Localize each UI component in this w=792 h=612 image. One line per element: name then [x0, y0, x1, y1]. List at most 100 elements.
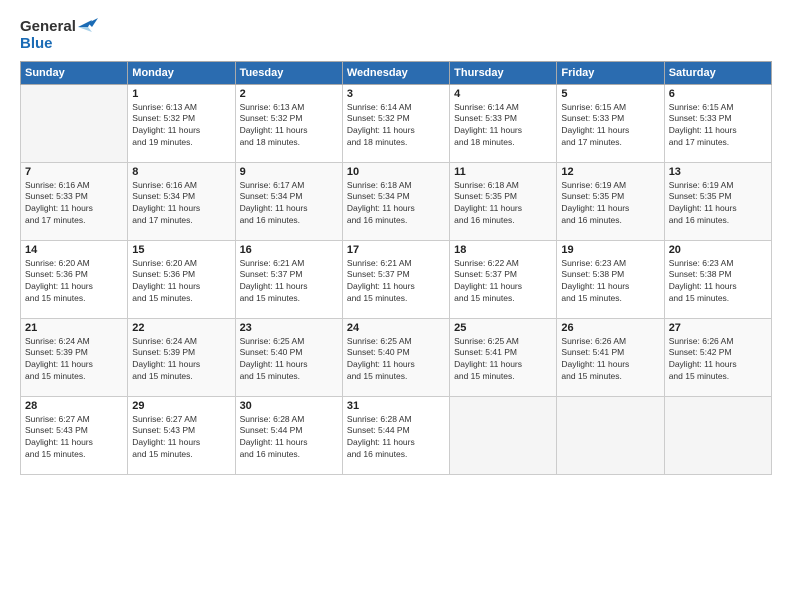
calendar-cell: 5 Sunrise: 6:15 AM Sunset: 5:33 PM Daylig…: [557, 84, 664, 162]
day-number: 20: [669, 244, 767, 256]
calendar-cell: 13 Sunrise: 6:19 AM Sunset: 5:35 PM Dayli…: [664, 162, 771, 240]
day-info: Sunrise: 6:13 AM Sunset: 5:32 PM Dayligh…: [132, 102, 230, 150]
day-info: Sunrise: 6:23 AM Sunset: 5:38 PM Dayligh…: [561, 258, 659, 306]
col-tuesday: Tuesday: [235, 61, 342, 84]
calendar-week-row: 7Sunrise: 6:16 AM Sunset: 5:33 PM Daylig…: [21, 162, 772, 240]
calendar-cell: 9 Sunrise: 6:17 AM Sunset: 5:34 PM Daylig…: [235, 162, 342, 240]
day-number: 3: [347, 88, 445, 100]
day-info: Sunrise: 6:21 AM Sunset: 5:37 PM Dayligh…: [347, 258, 445, 306]
calendar-cell: 27 Sunrise: 6:26 AM Sunset: 5:42 PM Dayli…: [664, 318, 771, 396]
page-header: General Blue: [20, 18, 772, 53]
calendar-cell: [664, 396, 771, 474]
calendar-week-row: 1 Sunrise: 6:13 AM Sunset: 5:32 PM Daylig…: [21, 84, 772, 162]
day-number: 6: [669, 88, 767, 100]
day-info: Sunrise: 6:16 AM Sunset: 5:33 PM Dayligh…: [25, 180, 123, 228]
col-wednesday: Wednesday: [342, 61, 449, 84]
day-number: 19: [561, 244, 659, 256]
day-info: Sunrise: 6:23 AM Sunset: 5:38 PM Dayligh…: [669, 258, 767, 306]
calendar-cell: 3 Sunrise: 6:14 AM Sunset: 5:32 PM Daylig…: [342, 84, 449, 162]
day-number: 24: [347, 322, 445, 334]
calendar-week-row: 14Sunrise: 6:20 AM Sunset: 5:36 PM Dayli…: [21, 240, 772, 318]
day-info: Sunrise: 6:24 AM Sunset: 5:39 PM Dayligh…: [132, 336, 230, 384]
day-info: Sunrise: 6:20 AM Sunset: 5:36 PM Dayligh…: [132, 258, 230, 306]
day-number: 17: [347, 244, 445, 256]
day-number: 1: [132, 88, 230, 100]
day-number: 9: [240, 166, 338, 178]
day-number: 25: [454, 322, 552, 334]
day-info: Sunrise: 6:28 AM Sunset: 5:44 PM Dayligh…: [240, 414, 338, 462]
calendar-cell: 15 Sunrise: 6:20 AM Sunset: 5:36 PM Dayli…: [128, 240, 235, 318]
day-info: Sunrise: 6:22 AM Sunset: 5:37 PM Dayligh…: [454, 258, 552, 306]
calendar-cell: 8 Sunrise: 6:16 AM Sunset: 5:34 PM Daylig…: [128, 162, 235, 240]
day-number: 10: [347, 166, 445, 178]
calendar-table: Sunday Monday Tuesday Wednesday Thursday…: [20, 61, 772, 475]
day-info: Sunrise: 6:19 AM Sunset: 5:35 PM Dayligh…: [561, 180, 659, 228]
logo: General Blue: [20, 18, 100, 53]
day-info: Sunrise: 6:26 AM Sunset: 5:41 PM Dayligh…: [561, 336, 659, 384]
calendar-cell: 23 Sunrise: 6:25 AM Sunset: 5:40 PM Dayli…: [235, 318, 342, 396]
day-info: Sunrise: 6:16 AM Sunset: 5:34 PM Dayligh…: [132, 180, 230, 228]
day-number: 27: [669, 322, 767, 334]
day-number: 12: [561, 166, 659, 178]
calendar-cell: 12 Sunrise: 6:19 AM Sunset: 5:35 PM Dayli…: [557, 162, 664, 240]
day-number: 4: [454, 88, 552, 100]
day-info: Sunrise: 6:25 AM Sunset: 5:40 PM Dayligh…: [347, 336, 445, 384]
day-info: Sunrise: 6:27 AM Sunset: 5:43 PM Dayligh…: [25, 414, 123, 462]
logo-bird-icon: [78, 18, 100, 36]
day-number: 23: [240, 322, 338, 334]
day-info: Sunrise: 6:25 AM Sunset: 5:40 PM Dayligh…: [240, 336, 338, 384]
calendar-cell: 28 Sunrise: 6:27 AM Sunset: 5:43 PM Dayli…: [21, 396, 128, 474]
col-saturday: Saturday: [664, 61, 771, 84]
calendar-cell: 31 Sunrise: 6:28 AM Sunset: 5:44 PM Dayli…: [342, 396, 449, 474]
day-number: 13: [669, 166, 767, 178]
day-number: 18: [454, 244, 552, 256]
day-info: Sunrise: 6:14 AM Sunset: 5:33 PM Dayligh…: [454, 102, 552, 150]
day-info: Sunrise: 6:13 AM Sunset: 5:32 PM Dayligh…: [240, 102, 338, 150]
day-info: Sunrise: 6:24 AM Sunset: 5:39 PM Dayligh…: [25, 336, 123, 384]
calendar-cell: 24 Sunrise: 6:25 AM Sunset: 5:40 PM Dayli…: [342, 318, 449, 396]
calendar-week-row: 28 Sunrise: 6:27 AM Sunset: 5:43 PM Dayli…: [21, 396, 772, 474]
calendar-cell: 14Sunrise: 6:20 AM Sunset: 5:36 PM Dayli…: [21, 240, 128, 318]
calendar-cell: 20 Sunrise: 6:23 AM Sunset: 5:38 PM Dayli…: [664, 240, 771, 318]
day-info: Sunrise: 6:20 AM Sunset: 5:36 PM Dayligh…: [25, 258, 123, 306]
calendar-cell: 21 Sunrise: 6:24 AM Sunset: 5:39 PM Dayli…: [21, 318, 128, 396]
day-number: 31: [347, 400, 445, 412]
day-info: Sunrise: 6:15 AM Sunset: 5:33 PM Dayligh…: [669, 102, 767, 150]
day-number: 15: [132, 244, 230, 256]
day-info: Sunrise: 6:28 AM Sunset: 5:44 PM Dayligh…: [347, 414, 445, 462]
day-number: 8: [132, 166, 230, 178]
calendar-cell: 25Sunrise: 6:25 AM Sunset: 5:41 PM Dayli…: [450, 318, 557, 396]
calendar-header-row: Sunday Monday Tuesday Wednesday Thursday…: [21, 61, 772, 84]
day-number: 5: [561, 88, 659, 100]
day-number: 2: [240, 88, 338, 100]
col-friday: Friday: [557, 61, 664, 84]
calendar-cell: 18 Sunrise: 6:22 AM Sunset: 5:37 PM Dayli…: [450, 240, 557, 318]
day-info: Sunrise: 6:18 AM Sunset: 5:35 PM Dayligh…: [454, 180, 552, 228]
day-info: Sunrise: 6:19 AM Sunset: 5:35 PM Dayligh…: [669, 180, 767, 228]
day-info: Sunrise: 6:26 AM Sunset: 5:42 PM Dayligh…: [669, 336, 767, 384]
col-monday: Monday: [128, 61, 235, 84]
day-info: Sunrise: 6:14 AM Sunset: 5:32 PM Dayligh…: [347, 102, 445, 150]
calendar-cell: 10 Sunrise: 6:18 AM Sunset: 5:34 PM Dayli…: [342, 162, 449, 240]
col-sunday: Sunday: [21, 61, 128, 84]
calendar-week-row: 21 Sunrise: 6:24 AM Sunset: 5:39 PM Dayli…: [21, 318, 772, 396]
calendar-cell: 22Sunrise: 6:24 AM Sunset: 5:39 PM Dayli…: [128, 318, 235, 396]
calendar-cell: 19 Sunrise: 6:23 AM Sunset: 5:38 PM Dayli…: [557, 240, 664, 318]
day-number: 11: [454, 166, 552, 178]
calendar-cell: 29Sunrise: 6:27 AM Sunset: 5:43 PM Dayli…: [128, 396, 235, 474]
logo-text-blue: Blue: [20, 36, 53, 53]
calendar-cell: 30Sunrise: 6:28 AM Sunset: 5:44 PM Dayli…: [235, 396, 342, 474]
calendar-cell: 7Sunrise: 6:16 AM Sunset: 5:33 PM Daylig…: [21, 162, 128, 240]
day-number: 28: [25, 400, 123, 412]
calendar-cell: 17 Sunrise: 6:21 AM Sunset: 5:37 PM Dayli…: [342, 240, 449, 318]
calendar-cell: 16Sunrise: 6:21 AM Sunset: 5:37 PM Dayli…: [235, 240, 342, 318]
calendar-cell: 4 Sunrise: 6:14 AM Sunset: 5:33 PM Daylig…: [450, 84, 557, 162]
calendar-cell: [450, 396, 557, 474]
calendar-cell: [21, 84, 128, 162]
day-info: Sunrise: 6:17 AM Sunset: 5:34 PM Dayligh…: [240, 180, 338, 228]
calendar-cell: 1 Sunrise: 6:13 AM Sunset: 5:32 PM Daylig…: [128, 84, 235, 162]
day-info: Sunrise: 6:15 AM Sunset: 5:33 PM Dayligh…: [561, 102, 659, 150]
day-number: 21: [25, 322, 123, 334]
day-info: Sunrise: 6:18 AM Sunset: 5:34 PM Dayligh…: [347, 180, 445, 228]
day-info: Sunrise: 6:21 AM Sunset: 5:37 PM Dayligh…: [240, 258, 338, 306]
